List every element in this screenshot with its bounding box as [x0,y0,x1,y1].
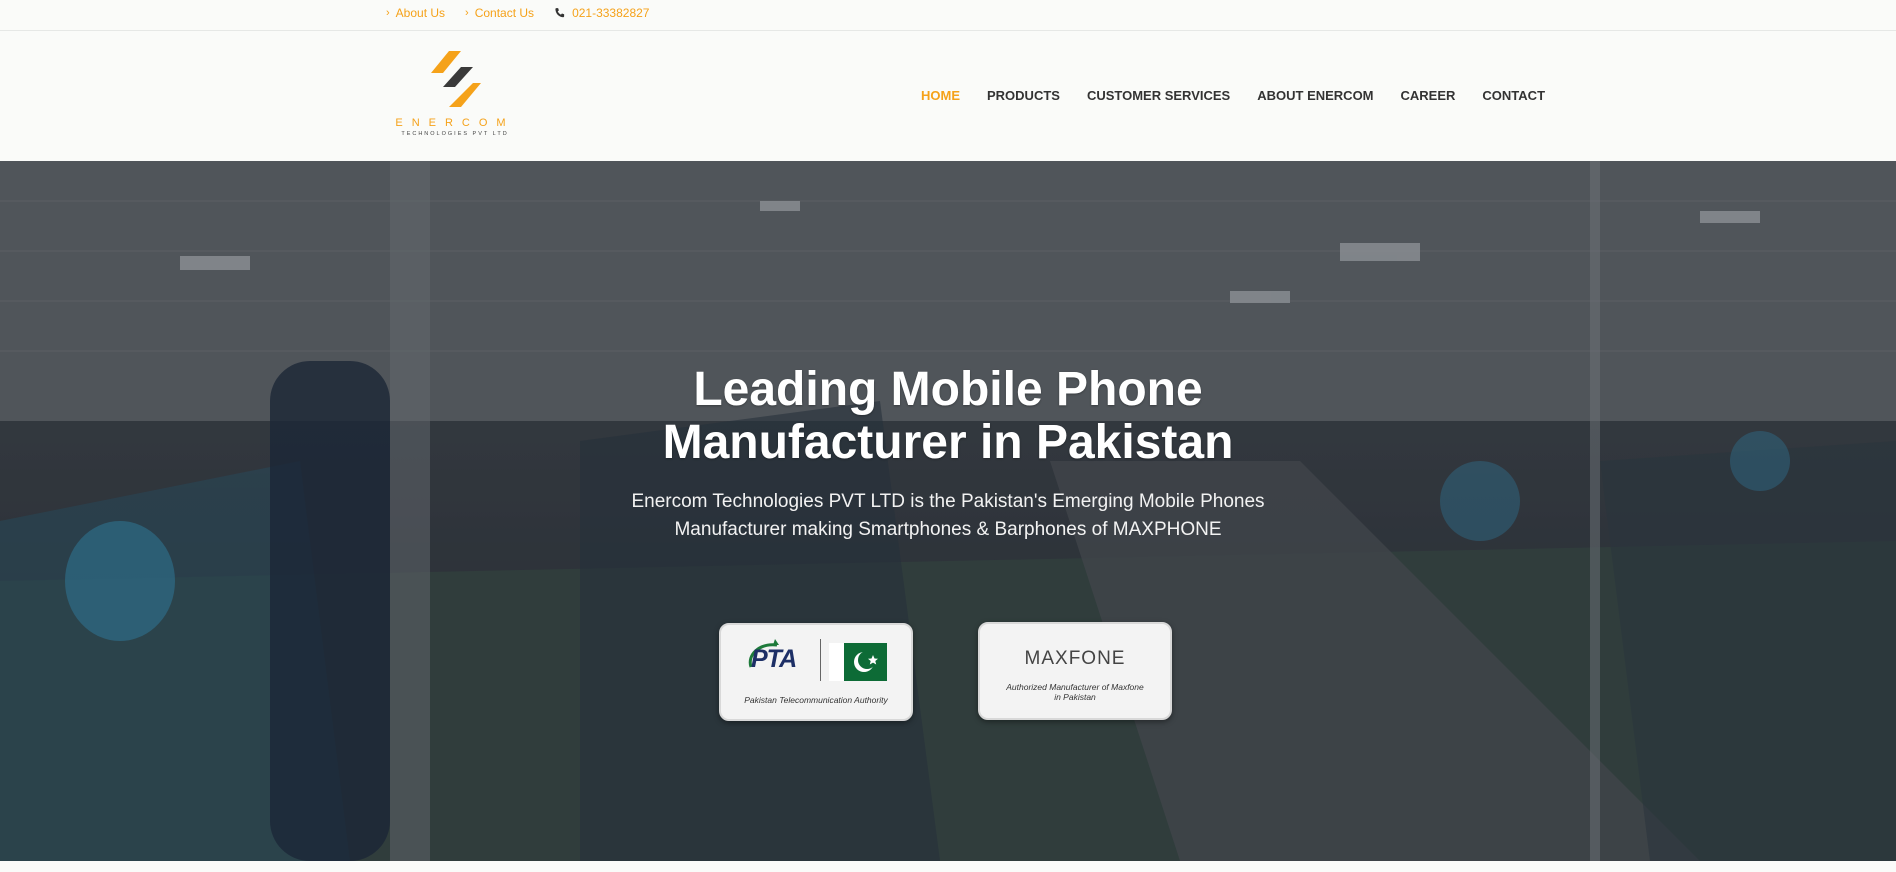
phone-link[interactable]: 021-33382827 [554,6,649,20]
hero-title-line-2: Manufacturer in Pakistan [662,416,1234,469]
hero-banner: Leading Mobile Phone Manufacturer in Pak… [0,161,1896,861]
main-nav: HOME PRODUCTS CUSTOMER SERVICES ABOUT EN… [921,88,1545,103]
chevron-right-icon: › [386,6,390,19]
hero-subtitle: Enercom Technologies PVT LTD is the Paki… [598,488,1298,544]
nav-contact[interactable]: CONTACT [1482,88,1545,103]
phone-number: 021-33382827 [572,6,650,20]
bottom-strip [0,861,1896,872]
enercom-logo[interactable]: ENERCOM TECHNOLOGIES PVT LTD [395,51,515,151]
nav-about-enercom[interactable]: ABOUT ENERCOM [1257,88,1373,103]
pta-badge[interactable]: PTA Pakistan Telecommunication Authority [719,623,913,721]
maxfone-badge[interactable]: MAXFONE Authorized Manufacturer of Maxfo… [978,622,1172,720]
brand-tagline: TECHNOLOGIES PVT LTD [401,131,509,137]
brand-name: ENERCOM [395,117,515,129]
maxfone-logo-text: MAXFONE [1024,648,1126,669]
contact-us-label: Contact Us [474,6,535,20]
contact-us-link[interactable]: › Contact Us [465,6,534,20]
nav-products[interactable]: PRODUCTS [987,88,1060,103]
nav-home[interactable]: HOME [921,88,960,103]
pakistan-flag-icon [829,643,887,681]
chevron-right-icon: › [465,6,469,19]
phone-icon [555,8,565,18]
site-header: ENERCOM TECHNOLOGIES PVT LTD HOME PRODUC… [0,31,1896,161]
top-bar: › About Us › Contact Us 021-33382827 [0,0,1896,31]
hero-subtitle-line-2: Manufacturer making Smartphones & Barpho… [674,519,1222,540]
about-us-link[interactable]: › About Us [386,6,445,20]
nav-career[interactable]: CAREER [1401,88,1456,103]
pta-logo-text: PTA [751,645,797,673]
nav-customer-services[interactable]: CUSTOMER SERVICES [1087,88,1230,103]
about-us-label: About Us [395,6,446,20]
hero-subtitle-line-1: Enercom Technologies PVT LTD is the Paki… [631,491,1265,512]
hero-title: Leading Mobile Phone Manufacturer in Pak… [0,363,1896,469]
hero-title-line-1: Leading Mobile Phone [693,363,1203,416]
top-links: › About Us › Contact Us 021-33382827 [386,0,649,26]
maxfone-caption-line-1: Authorized Manufacturer of Maxfone [1006,682,1144,692]
maxfone-caption-line-2: in Pakistan [1054,692,1096,702]
bolt-logo-icon [431,51,481,107]
pta-divider [820,639,821,681]
pta-caption: Pakistan Telecommunication Authority [744,695,888,705]
